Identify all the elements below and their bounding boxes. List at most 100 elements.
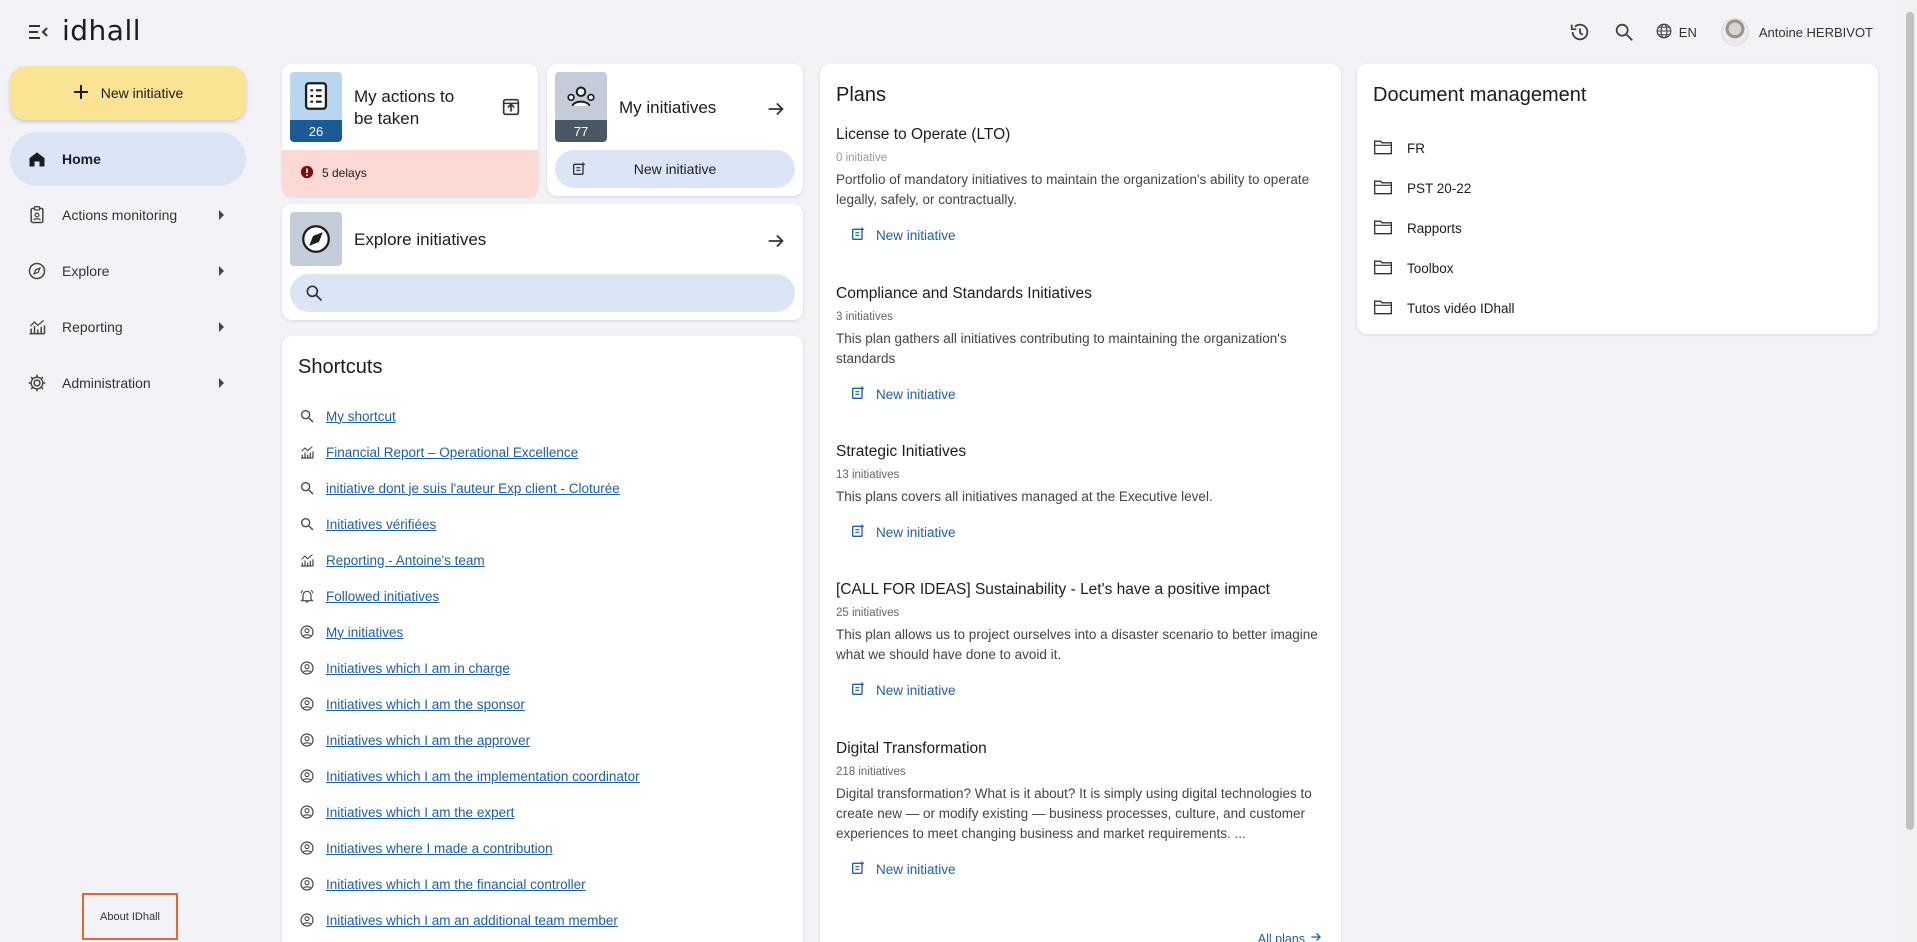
plan-name[interactable]: Digital Transformation <box>836 740 1326 758</box>
delays-banner[interactable]: 5 delays <box>282 150 538 196</box>
shortcut-link[interactable]: Initiatives which I am the implementatio… <box>326 769 640 784</box>
my-initiatives-title: My initiatives <box>619 98 717 117</box>
sidebar-item-actions-monitoring[interactable]: Actions monitoring <box>10 188 246 242</box>
page-scrollbar[interactable] <box>1903 0 1917 942</box>
initiatives-count: 77 <box>555 120 607 142</box>
explore-search-bar[interactable] <box>290 274 795 312</box>
new-initiative-button[interactable]: New initiative <box>10 66 246 120</box>
language-label: EN <box>1678 24 1697 40</box>
shortcut-link[interactable]: My shortcut <box>326 409 396 424</box>
shortcut-item: Initiatives vérifiées <box>298 506 640 542</box>
folder-label: PST 20-22 <box>1407 180 1472 196</box>
menu-collapse-icon[interactable] <box>26 20 50 44</box>
folder-icon <box>1373 298 1393 319</box>
sidebar-item-home[interactable]: Home <box>10 132 246 186</box>
shortcut-item: Initiatives which I am an additional tea… <box>298 902 640 938</box>
arrow-right-icon <box>1309 930 1323 942</box>
sidebar-item-reporting[interactable]: Reporting <box>10 300 246 354</box>
shortcut-link[interactable]: Initiatives where I made a contribution <box>326 841 553 856</box>
language-selector[interactable]: EN <box>1655 22 1697 43</box>
shortcut-link[interactable]: Financial Report – Operational Excellenc… <box>326 445 578 460</box>
folder-label: Toolbox <box>1407 260 1454 276</box>
shortcut-link[interactable]: Initiatives which I am in charge <box>326 661 510 676</box>
plan-count: 0 initiative <box>836 152 888 164</box>
user-circle-icon <box>298 623 316 641</box>
alert-icon <box>300 165 314 182</box>
plan-new-initiative-button[interactable]: New initiative <box>850 860 1326 879</box>
app-logo[interactable]: idhall <box>62 14 141 47</box>
shortcut-item: Initiatives where I made a contribution <box>298 830 640 866</box>
history-icon[interactable] <box>1567 19 1593 45</box>
folder-label: FR <box>1407 140 1425 156</box>
plan-description: This plan allows us to project ourselves… <box>836 627 1318 662</box>
globe-icon <box>1655 22 1673 43</box>
new-document-icon <box>571 161 587 180</box>
folder-item[interactable]: Rapports <box>1373 208 1515 248</box>
folder-item[interactable]: FR <box>1373 128 1515 168</box>
plan-new-initiative-button[interactable]: New initiative <box>850 226 1326 245</box>
plan-count: 13 initiatives <box>836 469 900 481</box>
plan-new-initiative-button[interactable]: New initiative <box>850 385 1326 404</box>
home-icon <box>26 148 48 170</box>
search-icon <box>298 515 316 533</box>
plan-name[interactable]: Compliance and Standards Initiatives <box>836 285 1326 303</box>
user-menu[interactable]: Antoine HERBIVOT <box>1720 18 1873 46</box>
sidebar-item-label: Home <box>62 151 101 167</box>
open-in-icon[interactable] <box>500 96 524 120</box>
compass-icon <box>26 260 48 282</box>
shortcut-link[interactable]: Initiatives vérifiées <box>326 517 436 532</box>
actions-count: 26 <box>290 120 342 142</box>
shortcuts-card: Shortcuts My shortcut Financial Report – … <box>282 336 803 942</box>
explore-search-input[interactable] <box>334 274 784 312</box>
plan-name[interactable]: License to Operate (LTO) <box>836 126 1326 144</box>
folder-item[interactable]: Toolbox <box>1373 248 1515 288</box>
folder-item[interactable]: PST 20-22 <box>1373 168 1515 208</box>
user-circle-icon <box>298 731 316 749</box>
shortcut-link[interactable]: Followed initiatives <box>326 589 439 604</box>
shortcut-link[interactable]: Initiatives which I am the approver <box>326 733 530 748</box>
user-circle-icon <box>298 911 316 929</box>
folder-item[interactable]: Tutos vidéo IDhall <box>1373 288 1515 328</box>
plan-item: Strategic Initiatives 13 initiatives Thi… <box>836 443 1326 542</box>
new-initiative-pill-label: New initiative <box>633 161 717 177</box>
avatar <box>1720 18 1749 46</box>
about-link[interactable]: About IDhall <box>82 893 178 940</box>
caret-right-icon <box>219 378 224 388</box>
all-plans-link[interactable]: All plans <box>1258 930 1323 942</box>
shortcut-item: Initiatives which I am the sponsor <box>298 686 640 722</box>
top-bar: idhall EN Antoine HERBIVOT <box>0 0 1917 64</box>
my-initiatives-card[interactable]: 77 My initiatives New initiative <box>547 64 803 196</box>
arrow-right-icon[interactable] <box>765 98 787 125</box>
folder-icon <box>1373 258 1393 279</box>
plan-name[interactable]: Strategic Initiatives <box>836 443 1326 461</box>
new-document-icon <box>850 226 866 245</box>
folder-icon <box>1373 178 1393 199</box>
plan-new-initiative-label: New initiative <box>876 525 956 540</box>
shortcut-link[interactable]: Initiatives which I am the sponsor <box>326 697 525 712</box>
sidebar-item-explore[interactable]: Explore <box>10 244 246 298</box>
user-circle-icon <box>298 767 316 785</box>
shortcut-link[interactable]: initiative dont je suis l'auteur Exp cli… <box>326 481 620 496</box>
scrollbar-thumb[interactable] <box>1906 12 1914 830</box>
plan-new-initiative-label: New initiative <box>876 228 956 243</box>
new-initiative-pill-button[interactable]: New initiative <box>555 150 795 188</box>
arrow-right-icon[interactable] <box>765 230 787 257</box>
shortcut-link[interactable]: Initiatives which I am the financial con… <box>326 877 586 892</box>
shortcut-link[interactable]: Initiatives which I am the expert <box>326 805 514 820</box>
plan-name[interactable]: [CALL FOR IDEAS] Sustainability - Let's … <box>836 581 1326 599</box>
initiatives-thumbnail: 77 <box>555 72 607 142</box>
search-icon[interactable] <box>1611 19 1637 45</box>
actions-thumbnail: 26 <box>290 72 342 142</box>
shortcut-link[interactable]: Initiatives which I am an additional tea… <box>326 913 618 928</box>
shortcuts-title: Shortcuts <box>298 356 383 378</box>
sidebar-item-administration[interactable]: Administration <box>10 356 246 410</box>
search-icon <box>298 407 316 425</box>
my-actions-card[interactable]: 26 My actions to be taken 5 delays <box>282 64 538 196</box>
user-circle-icon <box>298 659 316 677</box>
shortcut-link[interactable]: Reporting - Antoine's team <box>326 553 485 568</box>
shortcut-item: Reporting - Antoine's team <box>298 542 640 578</box>
shortcut-link[interactable]: My initiatives <box>326 625 403 640</box>
plan-new-initiative-button[interactable]: New initiative <box>850 681 1326 700</box>
plan-new-initiative-button[interactable]: New initiative <box>850 523 1326 542</box>
user-circle-icon <box>298 695 316 713</box>
